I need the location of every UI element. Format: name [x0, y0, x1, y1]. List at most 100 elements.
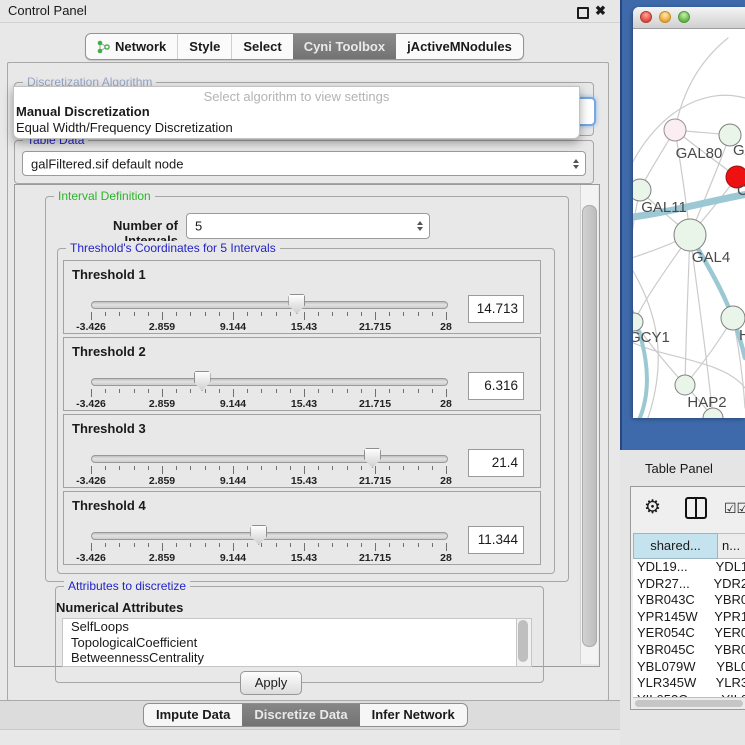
network-canvas[interactable]: GAL80GALCGAL11GAL4GCY1HHAP2 [633, 28, 745, 418]
thresholds-container: Threshold 1-3.4262.8599.14415.4321.71528… [63, 260, 541, 568]
tab-select[interactable]: Select [231, 34, 292, 59]
threshold-value-field[interactable]: 6.316 [468, 372, 524, 400]
float-window-icon[interactable] [577, 7, 589, 19]
table-hscrollbar-track[interactable] [633, 697, 745, 709]
network-node-label: H [739, 327, 745, 344]
threshold-slider-track[interactable] [91, 378, 448, 386]
threshold-value-field[interactable]: 11.344 [468, 526, 524, 554]
threshold-slider-thumb[interactable] [194, 371, 211, 391]
network-node-label: GAL11 [641, 199, 687, 216]
number-of-intervals-combo[interactable]: 5 [186, 213, 430, 239]
cell-shared-name: YDR27... [633, 576, 709, 593]
tab-impute-data[interactable]: Impute Data [144, 704, 242, 726]
threshold-slider-track[interactable] [91, 301, 448, 309]
popup-option-manual[interactable]: Manual Discretization [14, 104, 579, 120]
network-node[interactable] [674, 219, 706, 251]
tab-jactivemnodules[interactable]: jActiveMNodules [396, 34, 523, 59]
slider-ticks [91, 312, 446, 321]
network-node-label: C [737, 182, 745, 199]
top-tab-bar: NetworkStyleSelectCyni ToolboxjActiveMNo… [85, 33, 524, 60]
table-row[interactable]: YBR043CYBR0... [633, 592, 745, 609]
cell-shared-name: YBR043C [633, 592, 710, 609]
table-data-combo[interactable]: galFiltered.sif default node [22, 151, 586, 176]
titlebar: Control Panel ✖ [0, 0, 620, 23]
cell-name: YDR2... [709, 576, 745, 593]
table-row[interactable]: YDR27...YDR2... [633, 576, 745, 593]
network-node[interactable] [633, 179, 651, 201]
cell-shared-name: YBL079W [633, 659, 712, 676]
settings-scrollbar-thumb[interactable] [582, 205, 597, 647]
threshold-box: Threshold 1-3.4262.8599.14415.4321.71528… [63, 260, 541, 334]
tab-discretize-data[interactable]: Discretize Data [242, 704, 359, 726]
cell-name: YLR3... [712, 675, 745, 692]
table-row[interactable]: YDL19...YDL1... [633, 559, 745, 576]
threshold-value-field[interactable]: 21.4 [468, 449, 524, 477]
column-header-shared-name[interactable]: shared... [633, 533, 718, 559]
network-node-label: GAL [733, 142, 745, 159]
threshold-slider-track[interactable] [91, 455, 448, 463]
threshold-box: Threshold 3-3.4262.8599.14415.4321.71528… [63, 414, 541, 488]
table-hscrollbar-thumb[interactable] [635, 700, 743, 707]
table-toolbar: ⚙ ☑☑ [631, 487, 745, 533]
attributes-scrollbar-thumb[interactable] [518, 620, 528, 662]
numerical-attributes-list: SelfLoopsTopologicalCoefficientBetweenne… [62, 618, 517, 667]
network-node-label: GCY1 [633, 329, 670, 346]
threshold-value-field[interactable]: 14.713 [468, 295, 524, 323]
close-traffic-light-icon[interactable] [640, 11, 652, 23]
threshold-slider-track[interactable] [91, 532, 448, 540]
slider-tick-labels: -3.4262.8599.14415.4321.71528 [91, 321, 446, 333]
checkbox-icons[interactable]: ☑☑ [724, 500, 745, 517]
threshold-label: Threshold 4 [72, 498, 146, 513]
table-panel-section: Table Panel ⚙ ☑☑ shared... n... YDL19...… [620, 450, 745, 745]
cell-name: YPR1... [710, 609, 745, 626]
threshold-label: Threshold 2 [72, 344, 146, 359]
table-row[interactable]: YLR345WYLR3... [633, 675, 745, 692]
cell-name: YBR0... [710, 642, 745, 659]
close-icon[interactable]: ✖ [595, 3, 606, 19]
slider-ticks [91, 466, 446, 475]
popup-hint: Select algorithm to view settings [14, 87, 579, 104]
threshold-slider-thumb[interactable] [288, 294, 305, 314]
table-row[interactable]: YPR145WYPR1... [633, 609, 745, 626]
tab-cyni-toolbox[interactable]: Cyni Toolbox [293, 34, 396, 59]
tab-infer-network[interactable]: Infer Network [360, 704, 467, 726]
network-node[interactable] [664, 119, 686, 141]
numerical-attributes-label: Numerical Attributes [56, 600, 183, 615]
slider-tick-labels: -3.4262.8599.14415.4321.71528 [91, 398, 446, 410]
gear-icon[interactable]: ⚙ [644, 496, 661, 519]
cell-name: YBL0... [712, 659, 745, 676]
control-panel-window: Control Panel ✖ NetworkStyleSelectCyni T… [0, 0, 745, 745]
slider-ticks [91, 543, 446, 552]
table-panel-title: Table Panel [645, 461, 713, 476]
cell-name: YBR0... [710, 592, 745, 609]
cell-shared-name: YDL19... [633, 559, 712, 576]
table-container: ⚙ ☑☑ shared... n... YDL19...YDL1...YDR27… [630, 486, 745, 710]
minimize-traffic-light-icon[interactable] [659, 11, 671, 23]
network-node[interactable] [675, 375, 695, 395]
attribute-list-item[interactable]: BetweennessCentrality [63, 650, 516, 666]
slider-ticks [91, 389, 446, 398]
apply-button[interactable]: Apply [240, 671, 302, 695]
zoom-traffic-light-icon[interactable] [678, 11, 690, 23]
column-header-name[interactable]: n... [718, 533, 745, 559]
attribute-list-item[interactable]: SelfLoops [63, 619, 516, 635]
table-row[interactable]: YBL079WYBL0... [633, 659, 745, 676]
threshold-slider-thumb[interactable] [364, 448, 381, 468]
slider-tick-labels: -3.4262.8599.14415.4321.71528 [91, 475, 446, 487]
attribute-list-item[interactable]: TopologicalCoefficient [63, 635, 516, 651]
columns-icon[interactable] [685, 497, 707, 519]
slider-tick-labels: -3.4262.8599.14415.4321.71528 [91, 552, 446, 564]
network-window-titlebar[interactable] [633, 7, 745, 29]
network-node-label: HAP2 [687, 394, 726, 411]
popup-option-equal-width[interactable]: Equal Width/Frequency Discretization [14, 120, 579, 136]
tab-network[interactable]: Network [86, 34, 177, 59]
table-rows: YDL19...YDL1...YDR27...YDR2...YBR043CYBR… [633, 559, 745, 697]
cell-name: YER0... [710, 625, 745, 642]
table-row[interactable]: YER054CYER0... [633, 625, 745, 642]
thresholds-group-label: Threshold's Coordinates for 5 Intervals [66, 241, 280, 255]
cell-name: YDL1... [712, 559, 745, 576]
tab-style[interactable]: Style [177, 34, 231, 59]
threshold-slider-thumb[interactable] [250, 525, 267, 545]
table-row[interactable]: YBR045CYBR0... [633, 642, 745, 659]
table-header: shared... n... [633, 533, 745, 559]
